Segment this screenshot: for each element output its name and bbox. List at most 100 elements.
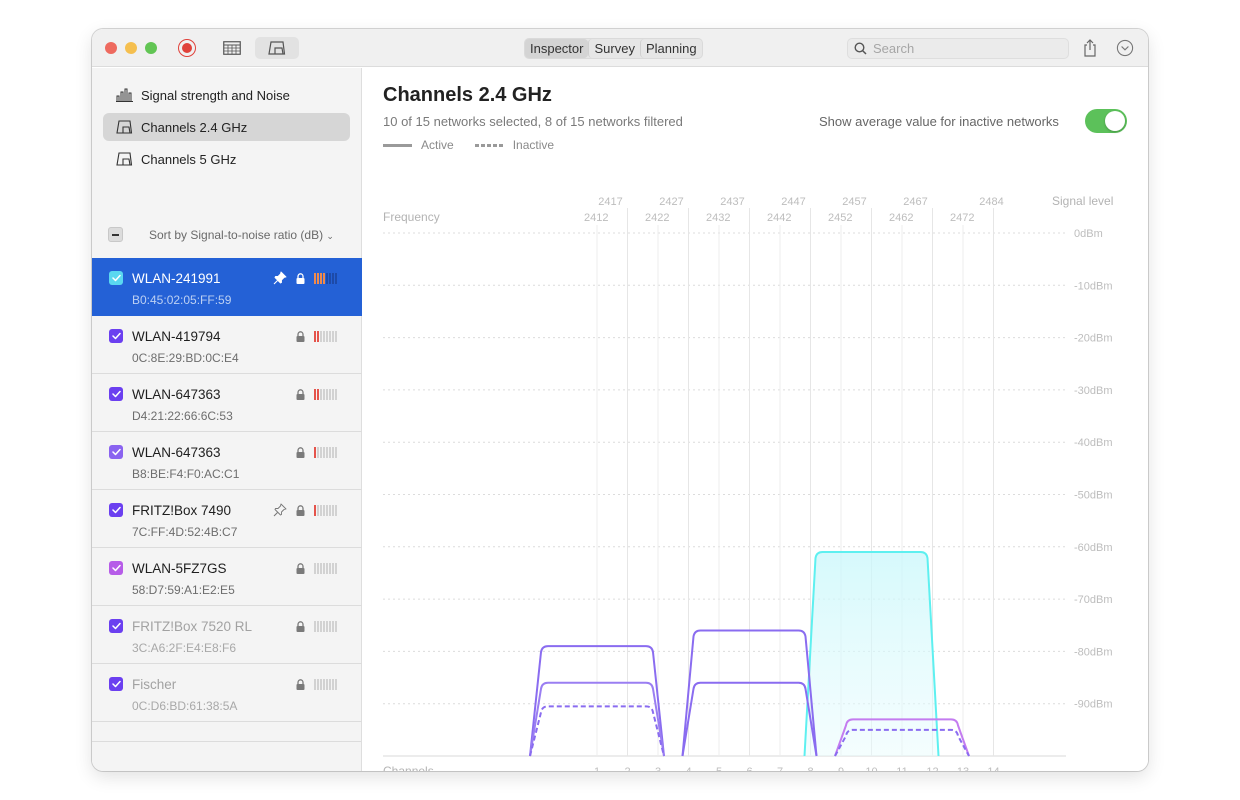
channel-label: 14 <box>987 766 999 771</box>
channels-axis-title: Channels <box>383 764 434 771</box>
checkmark-icon <box>111 564 121 572</box>
y-tick-label: -20dBm <box>1074 333 1113 345</box>
lock-icon <box>296 563 305 574</box>
page-title: Channels 2.4 GHz <box>383 84 552 106</box>
network-mac: 0C:8E:29:BD:0C:E4 <box>132 351 239 365</box>
network-checkbox[interactable] <box>109 677 123 691</box>
sort-dropdown[interactable]: Sort by Signal-to-noise ratio (dB) ⌄ <box>149 228 334 242</box>
sidebar-item-signal-strength[interactable]: Signal strength and Noise <box>103 81 350 109</box>
network-list-item[interactable]: Fischer 0C:D6:BD:61:38:5A <box>92 664 362 722</box>
toolbar: Inspector Survey Planning <box>92 29 1148 67</box>
tab-planning[interactable]: Planning <box>639 39 702 58</box>
network-channel-shape <box>803 551 940 757</box>
minimize-window-button[interactable] <box>125 42 137 54</box>
search-icon <box>854 42 867 55</box>
network-list-item[interactable]: WLAN-419794 0C:8E:29:BD:0C:E4 <box>92 316 362 374</box>
table-view-button[interactable] <box>220 37 244 59</box>
network-mac: 3C:A6:2F:E4:E8:F6 <box>132 641 237 655</box>
network-checkbox[interactable] <box>109 619 123 633</box>
network-list-item[interactable]: FRITZ!Box 7520 RL 3C:A6:2F:E4:E8:F6 <box>92 606 362 664</box>
channel-label: 5 <box>716 766 722 771</box>
search-field <box>847 38 1069 59</box>
deselect-all-checkbox[interactable] <box>108 227 123 242</box>
y-tick-label: -80dBm <box>1074 646 1113 658</box>
network-name: FRITZ!Box 7520 RL <box>132 619 253 634</box>
channel-icon <box>116 119 134 135</box>
checkmark-icon <box>111 506 121 514</box>
network-list-item[interactable]: WLAN-647363 B8:BE:F4:F0:AC:C1 <box>92 432 362 490</box>
record-button[interactable] <box>176 37 198 59</box>
network-list-item[interactable]: WLAN-647363 D4:21:22:66:6C:53 <box>92 374 362 432</box>
network-checkbox[interactable] <box>109 271 123 285</box>
network-list: WLAN-241991 B0:45:02:05:FF:59 WLAN-41979… <box>92 258 362 722</box>
y-tick-label: 0dBm <box>1074 228 1103 240</box>
pin-icon[interactable] <box>273 503 287 517</box>
network-mac: B0:45:02:05:FF:59 <box>132 293 232 307</box>
signal-strength-indicator <box>314 621 337 632</box>
pin-icon[interactable] <box>273 271 287 285</box>
channels-chart: 0dBm -10dBm -20dBm -30dBm -40dBm -50dBm -60dBm… <box>383 194 1113 771</box>
network-mac: D4:21:22:66:6C:53 <box>132 409 233 423</box>
signal-strength-indicator <box>314 331 337 342</box>
mode-segmented-control: Inspector Survey Planning <box>524 38 703 59</box>
average-inactive-toggle[interactable] <box>1085 109 1127 133</box>
network-checkbox[interactable] <box>109 329 123 343</box>
network-list-item[interactable]: WLAN-241991 B0:45:02:05:FF:59 <box>92 258 362 316</box>
channel-label: 1 <box>594 766 600 771</box>
table-view-icon <box>223 41 241 55</box>
signal-strength-indicator <box>314 505 337 516</box>
y-tick-label: -60dBm <box>1074 542 1113 554</box>
checkmark-icon <box>111 274 121 282</box>
frequency-label: 2432 <box>706 212 730 224</box>
lock-icon <box>296 447 305 458</box>
channels-view-icon <box>268 41 286 55</box>
sidebar-item-channels-2-4[interactable]: Channels 2.4 GHz <box>103 113 350 141</box>
lock-icon <box>296 679 305 690</box>
network-checkbox[interactable] <box>109 561 123 575</box>
network-name: WLAN-647363 <box>132 445 221 460</box>
chevron-circle-icon[interactable] <box>1116 39 1134 57</box>
sidebar-item-label: Channels 2.4 GHz <box>141 119 248 135</box>
network-mac: 0C:D6:BD:61:38:5A <box>132 699 238 713</box>
network-checkbox[interactable] <box>109 387 123 401</box>
network-checkbox[interactable] <box>109 445 123 459</box>
signal-strength-indicator <box>314 273 337 284</box>
network-mac: 58:D7:59:A1:E2:E5 <box>132 583 235 597</box>
network-list-item[interactable]: FRITZ!Box 7490 7C:FF:4D:52:4B:C7 <box>92 490 362 548</box>
selection-summary: 10 of 15 networks selected, 8 of 15 netw… <box>383 114 683 129</box>
sidebar-item-channels-5[interactable]: Channels 5 GHz <box>103 145 350 173</box>
signal-strength-indicator <box>314 389 337 400</box>
legend-inactive-label: Inactive <box>512 138 555 152</box>
frequency-label: 2484 <box>979 196 1003 208</box>
close-window-button[interactable] <box>105 42 117 54</box>
y-tick-label: -40dBm <box>1074 437 1113 449</box>
legend-active-label: Active <box>421 138 454 152</box>
network-list-item[interactable]: WLAN-5FZ7GS 58:D7:59:A1:E2:E5 <box>92 548 362 606</box>
main-panel: 0dBm -10dBm -20dBm -30dBm -40dBm -50dBm -60dBm… <box>363 68 1148 771</box>
checkmark-icon <box>111 622 121 630</box>
network-checkbox[interactable] <box>109 503 123 517</box>
channel-label: 9 <box>838 766 844 771</box>
frequency-label: 2462 <box>889 212 913 224</box>
y-tick-label: -30dBm <box>1074 385 1113 397</box>
frequency-label: 2457 <box>842 196 866 208</box>
y-tick-label: -50dBm <box>1074 490 1113 502</box>
tab-inspector[interactable]: Inspector <box>525 39 589 58</box>
channel-label: 4 <box>685 766 691 771</box>
channel-label: 11 <box>896 766 907 771</box>
signal-strength-indicator <box>314 447 337 458</box>
tab-survey[interactable]: Survey <box>588 39 639 58</box>
bar-chart-icon <box>116 87 134 103</box>
channel-label: 12 <box>926 766 938 771</box>
channels-view-button[interactable] <box>255 37 299 59</box>
zoom-window-button[interactable] <box>145 42 157 54</box>
lock-icon <box>296 505 305 516</box>
search-input[interactable] <box>873 41 1053 56</box>
y-tick-label: -10dBm <box>1074 280 1113 292</box>
share-icon[interactable] <box>1080 38 1100 58</box>
network-mac: 7C:FF:4D:52:4B:C7 <box>132 525 238 539</box>
lock-icon <box>296 273 305 284</box>
network-mac: B8:BE:F4:F0:AC:C1 <box>132 467 240 481</box>
signal-level-axis-title: Signal level <box>1052 194 1113 208</box>
checkmark-icon <box>111 332 121 340</box>
